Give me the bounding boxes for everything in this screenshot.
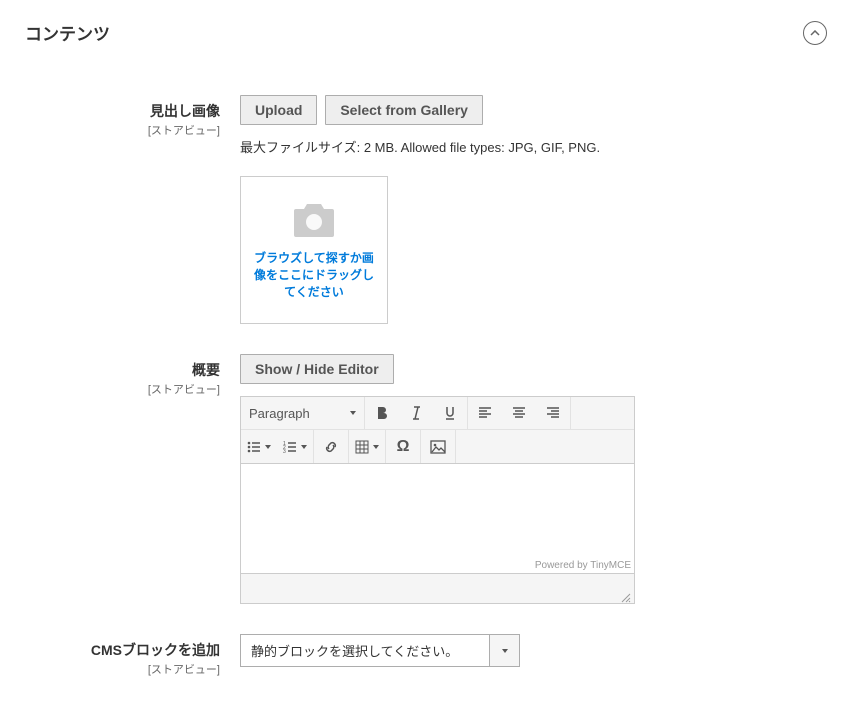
table-icon	[355, 440, 369, 454]
editor-statusbar	[240, 574, 635, 604]
underline-button[interactable]	[433, 397, 467, 429]
editor-brand: Powered by TinyMCE	[535, 560, 631, 571]
field-scope: [ストアビュー]	[25, 381, 220, 397]
link-button[interactable]	[314, 431, 348, 463]
caret-down-icon	[301, 445, 307, 449]
field-cms-block: CMSブロックを追加 [ストアビュー] 静的ブロックを選択してください。	[25, 634, 827, 677]
wysiwyg-editor: Paragraph	[240, 396, 635, 604]
italic-icon	[409, 406, 423, 420]
section-header: コンテンツ	[25, 20, 827, 45]
field-control: Show / Hide Editor Paragraph	[240, 354, 827, 604]
file-hint: 最大ファイルサイズ: 2 MB. Allowed file types: JPG…	[240, 137, 827, 156]
field-label-col: 見出し画像 [ストアビュー]	[25, 95, 240, 138]
bullet-list-button[interactable]	[241, 431, 277, 463]
field-label-col: CMSブロックを追加 [ストアビュー]	[25, 634, 240, 677]
field-label: 概要	[25, 360, 220, 380]
toggle-editor-button[interactable]: Show / Hide Editor	[240, 354, 394, 384]
table-button[interactable]	[349, 431, 385, 463]
align-right-icon	[546, 406, 560, 420]
field-control: 静的ブロックを選択してください。	[240, 634, 827, 667]
field-control: Upload Select from Gallery 最大ファイルサイズ: 2 …	[240, 95, 827, 324]
resize-handle[interactable]	[621, 590, 631, 600]
select-from-gallery-button[interactable]: Select from Gallery	[325, 95, 483, 125]
field-scope: [ストアビュー]	[25, 661, 220, 677]
bold-button[interactable]	[365, 397, 399, 429]
image-dropzone[interactable]: ブラウズして探すか画像をここにドラッグしてください	[240, 176, 388, 324]
editor-content-area[interactable]: Powered by TinyMCE	[240, 464, 635, 574]
link-icon	[323, 439, 339, 455]
camera-icon	[290, 199, 338, 242]
field-heading-image: 見出し画像 [ストアビュー] Upload Select from Galler…	[25, 95, 827, 324]
svg-text:3: 3	[283, 449, 286, 454]
field-label-col: 概要 [ストアビュー]	[25, 354, 240, 397]
image-button[interactable]	[421, 431, 455, 463]
cms-block-select[interactable]: 静的ブロックを選択してください。	[240, 634, 520, 667]
field-label: 見出し画像	[25, 101, 220, 121]
format-select-label: Paragraph	[249, 406, 310, 421]
bold-icon	[375, 406, 389, 420]
collapse-toggle[interactable]	[803, 21, 827, 45]
numbered-list-button[interactable]: 123	[277, 431, 313, 463]
align-right-button[interactable]	[536, 397, 570, 429]
align-center-button[interactable]	[502, 397, 536, 429]
special-char-button[interactable]: Ω	[386, 431, 420, 463]
field-summary: 概要 [ストアビュー] Show / Hide Editor Paragraph	[25, 354, 827, 604]
chevron-up-icon	[810, 30, 820, 36]
omega-icon: Ω	[397, 438, 410, 456]
bullet-list-icon	[247, 440, 261, 454]
align-center-icon	[512, 406, 526, 420]
caret-down-icon	[502, 649, 508, 653]
field-label: CMSブロックを追加	[25, 640, 220, 660]
editor-toolbar: Paragraph	[240, 396, 635, 464]
caret-down-icon	[350, 411, 356, 415]
select-dropdown-toggle[interactable]	[490, 634, 520, 667]
section-title: コンテンツ	[25, 20, 110, 45]
underline-icon	[443, 406, 457, 420]
upload-button[interactable]: Upload	[240, 95, 317, 125]
caret-down-icon	[373, 445, 379, 449]
align-left-icon	[478, 406, 492, 420]
italic-button[interactable]	[399, 397, 433, 429]
format-select[interactable]: Paragraph	[241, 397, 364, 429]
select-value: 静的ブロックを選択してください。	[240, 634, 490, 667]
field-scope: [ストアビュー]	[25, 122, 220, 138]
dropzone-text: ブラウズして探すか画像をここにドラッグしてください	[251, 250, 377, 300]
numbered-list-icon: 123	[283, 440, 297, 454]
align-left-button[interactable]	[468, 397, 502, 429]
caret-down-icon	[265, 445, 271, 449]
image-icon	[430, 440, 446, 454]
